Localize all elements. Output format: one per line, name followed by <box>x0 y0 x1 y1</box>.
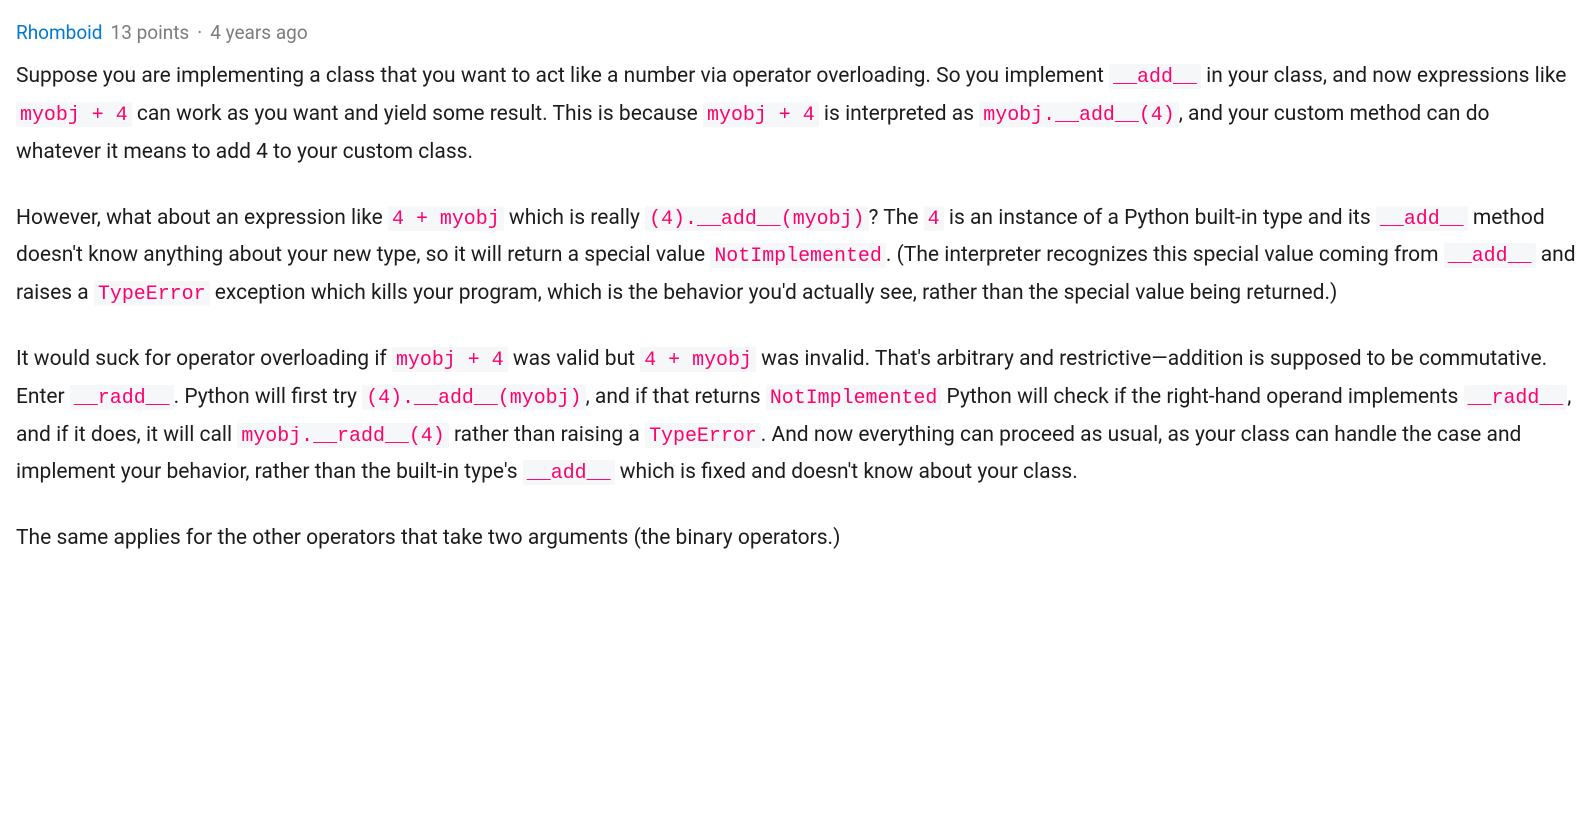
comment-body: Suppose you are implementing a class tha… <box>16 58 1578 558</box>
inline-code: myobj.__radd__(4) <box>237 423 448 448</box>
inline-code: 4 + myobj <box>388 206 504 231</box>
inline-code: __add__ <box>523 460 615 485</box>
inline-code: TypeError <box>645 423 761 448</box>
inline-code: TypeError <box>94 281 210 306</box>
text: The same applies for the other operators… <box>16 526 840 550</box>
inline-code: myobj + 4 <box>16 102 132 127</box>
paragraph-2: However, what about an expression like 4… <box>16 200 1578 313</box>
text: It would suck for operator overloading i… <box>16 347 392 371</box>
text: is an instance of a Python built-in type… <box>944 206 1376 230</box>
text: Python will check if the right-hand oper… <box>941 385 1463 409</box>
text: However, what about an expression like <box>16 206 388 230</box>
paragraph-3: It would suck for operator overloading i… <box>16 341 1578 492</box>
text: in your class, and now expressions like <box>1201 64 1567 88</box>
text: which is fixed and doesn't know about yo… <box>615 460 1078 484</box>
text: , and if that returns <box>586 385 766 409</box>
inline-code: (4).__add__(myobj) <box>362 385 585 410</box>
inline-code: NotImplemented <box>710 243 886 268</box>
points-label: 13 points <box>111 16 190 50</box>
inline-code: (4).__add__(myobj) <box>645 206 868 231</box>
inline-code: __radd__ <box>1464 385 1568 410</box>
inline-code: myobj.__add__(4) <box>979 102 1178 127</box>
text: rather than raising a <box>449 423 645 447</box>
text: which is really <box>504 206 645 230</box>
text: Suppose you are implementing a class tha… <box>16 64 1109 88</box>
inline-code: __radd__ <box>70 385 174 410</box>
paragraph-1: Suppose you are implementing a class tha… <box>16 58 1578 171</box>
inline-code: myobj + 4 <box>703 102 819 127</box>
inline-code: myobj + 4 <box>392 347 508 372</box>
inline-code: __add__ <box>1444 243 1536 268</box>
paragraph-4: The same applies for the other operators… <box>16 520 1578 558</box>
text: ? The <box>869 206 924 230</box>
username-link[interactable]: Rhomboid <box>16 16 103 50</box>
comment-container: Rhomboid 13 points · 4 years ago Suppose… <box>16 16 1578 558</box>
text: was valid but <box>508 347 641 371</box>
inline-code: __add__ <box>1376 206 1468 231</box>
text: exception which kills your program, whic… <box>210 281 1338 305</box>
inline-code: 4 + myobj <box>640 347 756 372</box>
text: . (The interpreter recognizes this speci… <box>886 243 1444 267</box>
timestamp-label: 4 years ago <box>210 16 307 50</box>
text: is interpreted as <box>819 102 980 126</box>
inline-code: NotImplemented <box>766 385 942 410</box>
comment-header: Rhomboid 13 points · 4 years ago <box>16 16 1578 50</box>
inline-code: 4 <box>924 206 944 231</box>
text: can work as you want and yield some resu… <box>132 102 703 126</box>
text: . Python will first try <box>174 385 363 409</box>
meta-separator: · <box>197 16 202 50</box>
inline-code: __add__ <box>1109 64 1201 89</box>
